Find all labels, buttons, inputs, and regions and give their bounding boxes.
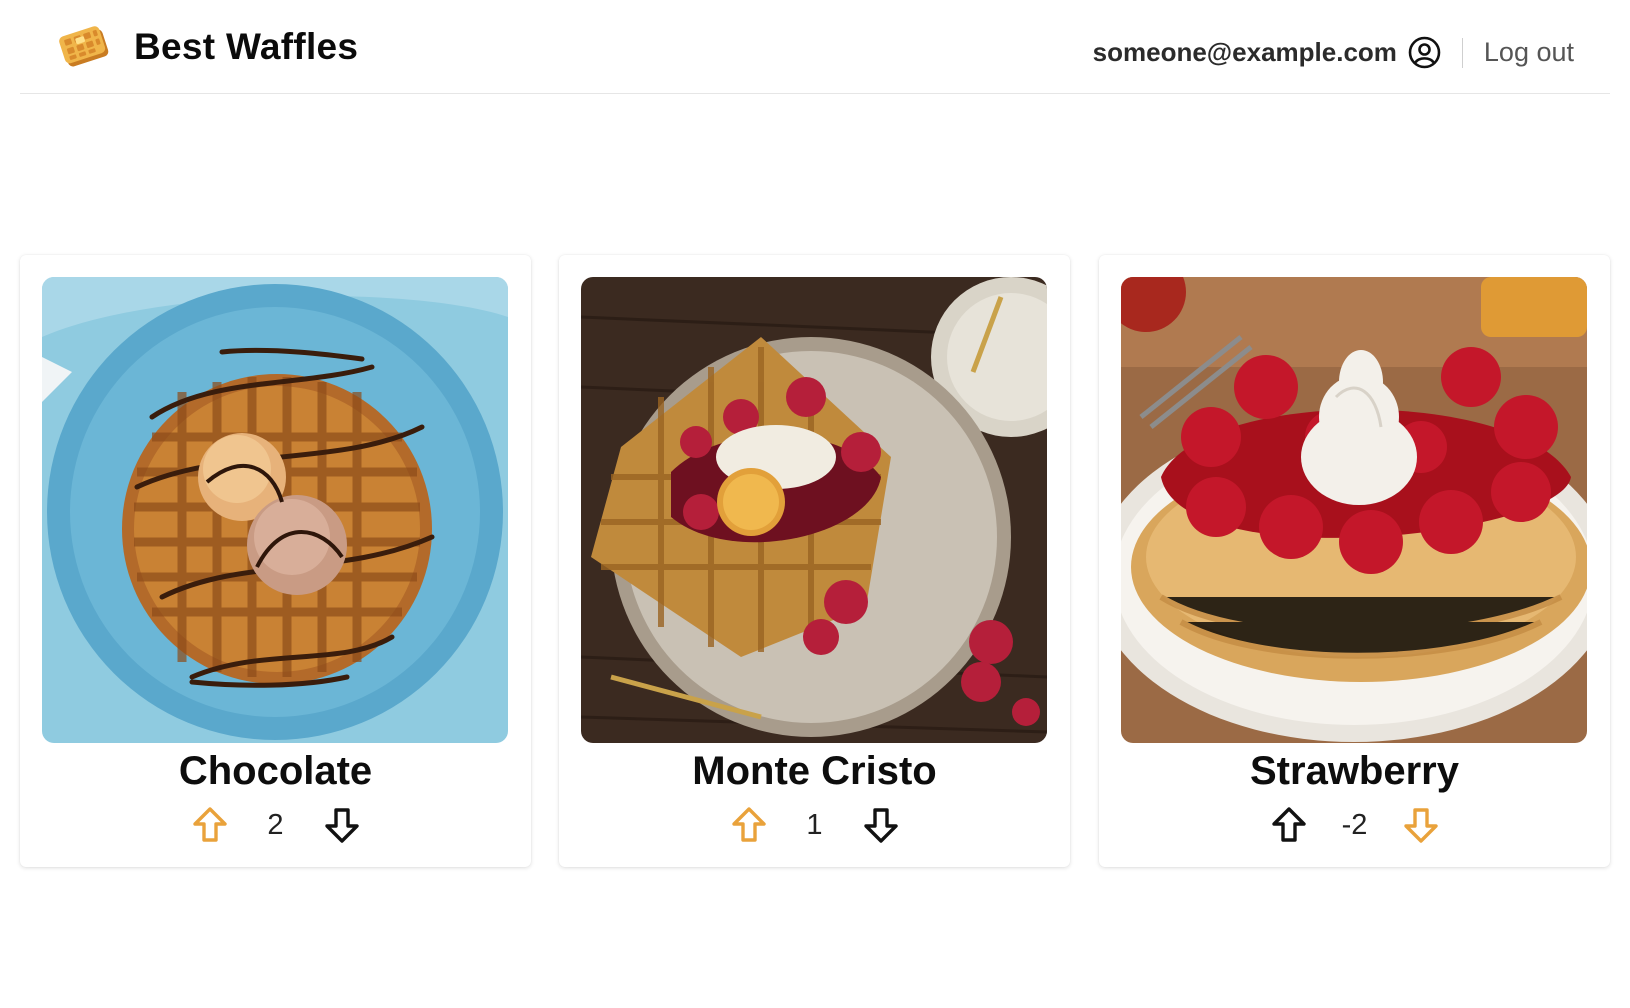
vote-controls: 2 xyxy=(20,800,531,850)
waffle-photo-strawberry xyxy=(1121,277,1587,743)
vote-score: 2 xyxy=(267,808,284,841)
waffle-name: Monte Cristo xyxy=(692,749,937,793)
app-title: Best Waffles xyxy=(134,26,359,67)
header-divider xyxy=(1461,37,1463,68)
waffle-photo-monte-cristo xyxy=(581,277,1047,743)
waffle-name: Strawberry xyxy=(1250,749,1459,793)
waffle-card-list: Chocolate 2 Monte Cristo 1 Strawberry -2 xyxy=(20,255,1610,867)
waffle-card-chocolate: Chocolate 2 xyxy=(20,255,531,867)
vote-controls: -2 xyxy=(1099,800,1610,850)
waffle-name: Chocolate xyxy=(178,749,373,793)
waffle-card-monte-cristo: Monte Cristo 1 xyxy=(559,255,1070,867)
logout-link[interactable]: Log out xyxy=(1484,37,1574,68)
upvote-arrow-icon[interactable] xyxy=(1269,805,1309,845)
app-header: Best Waffles someone@example.com Log out xyxy=(20,0,1610,94)
waffle-icon xyxy=(59,26,109,67)
upvote-arrow-icon[interactable] xyxy=(729,805,769,845)
waffle-photo-chocolate xyxy=(42,277,508,743)
user-email: someone@example.com xyxy=(1092,37,1397,67)
vote-controls: 1 xyxy=(559,800,1070,850)
vote-score: 1 xyxy=(806,808,823,841)
user-menu: someone@example.com Log out xyxy=(1093,36,1574,69)
brand[interactable]: Best Waffles xyxy=(56,22,358,72)
downvote-arrow-icon[interactable] xyxy=(322,805,362,845)
downvote-arrow-icon[interactable] xyxy=(1401,805,1441,845)
downvote-arrow-icon[interactable] xyxy=(861,805,901,845)
user-circle-icon[interactable] xyxy=(1408,36,1441,69)
waffle-card-strawberry: Strawberry -2 xyxy=(1099,255,1610,867)
upvote-arrow-icon[interactable] xyxy=(190,805,230,845)
vote-score: -2 xyxy=(1341,808,1368,841)
